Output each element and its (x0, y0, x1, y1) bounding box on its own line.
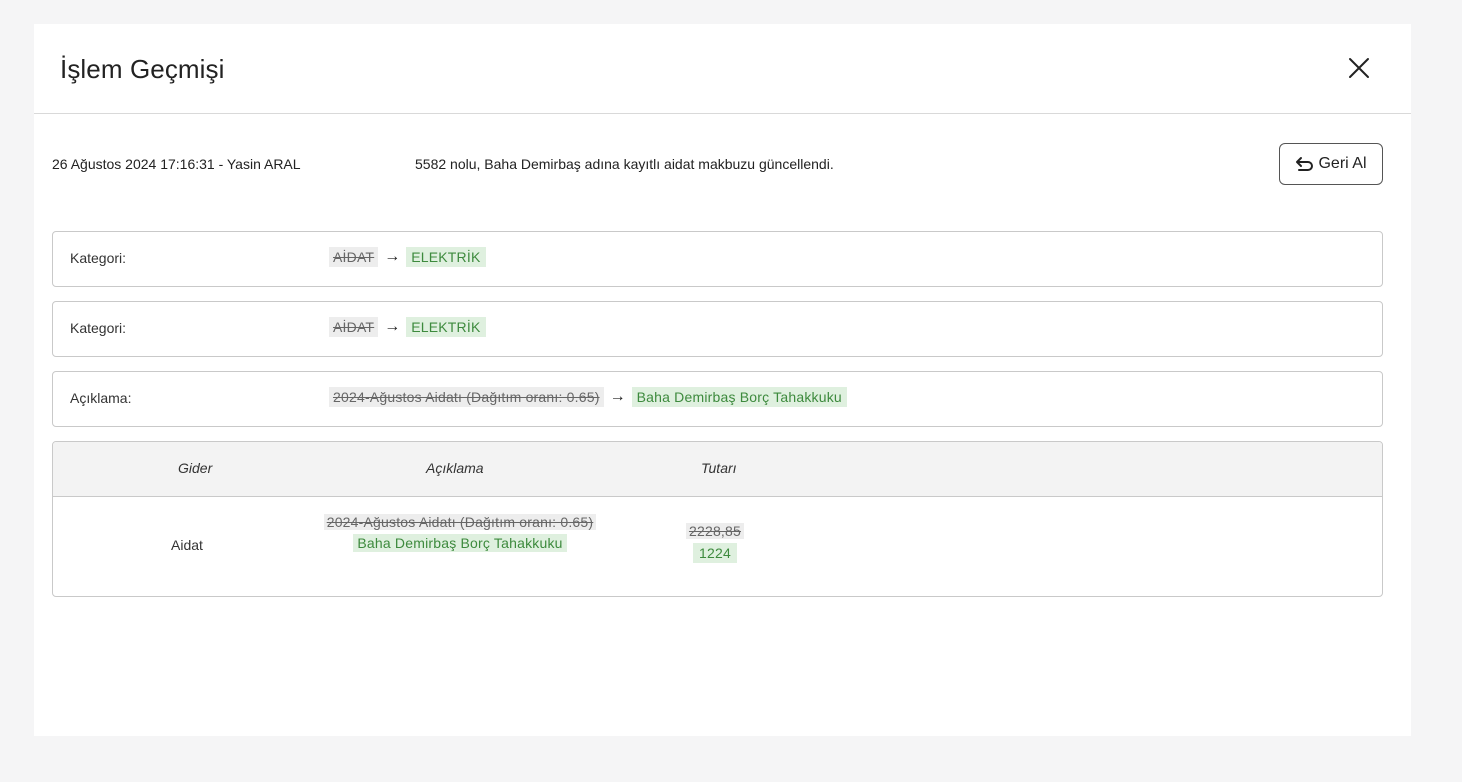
undo-arrow-icon (1296, 157, 1314, 171)
change-label: Kategori: (70, 250, 127, 266)
change-label: Açıklama: (70, 390, 132, 406)
old-value: AİDAT (329, 247, 379, 267)
change-values: AİDAT → ELEKTRİK (329, 317, 486, 337)
new-value: ELEKTRİK (406, 247, 486, 267)
header-gider: Gider (178, 460, 213, 476)
arrow-right-icon: → (609, 388, 626, 405)
old-value: 2228,85 (685, 523, 744, 539)
items-table: Gider Açıklama Tutarı Aidat 2024-Ağustos… (52, 441, 1383, 597)
header-tutar: Tutarı (701, 460, 737, 476)
table-row: Aidat 2024-Ağustos Aidatı (Dağıtım oranı… (53, 497, 1382, 596)
modal-title: İşlem Geçmişi (60, 54, 225, 84)
old-value: AİDAT (329, 317, 379, 337)
change-row-category-2: Kategori: AİDAT → ELEKTRİK (52, 301, 1383, 357)
old-value: 2024-Ağustos Aidatı (Dağıtım oranı: 0.65… (329, 387, 604, 407)
header-aciklama: Açıklama (426, 460, 484, 476)
change-row-category-1: Kategori: AİDAT → ELEKTRİK (52, 231, 1383, 287)
log-description: 5582 nolu, Baha Demirbaş adına kayıtlı a… (415, 156, 834, 172)
cell-gider: Aidat (171, 537, 203, 553)
log-timestamp-user: 26 Ağustos 2024 17:16:31 - Yasin ARAL (52, 156, 301, 172)
modal-header: İşlem Geçmişi (34, 24, 1411, 114)
close-button[interactable] (1347, 56, 1371, 80)
new-value: Baha Demirbaş Borç Tahakkuku (353, 534, 567, 552)
cell-tutar: 2228,85 1224 (685, 521, 745, 563)
new-value: 1224 (693, 543, 737, 563)
change-row-description: Açıklama: 2024-Ağustos Aidatı (Dağıtım o… (52, 371, 1383, 427)
change-values: 2024-Ağustos Aidatı (Dağıtım oranı: 0.65… (329, 387, 847, 407)
change-label: Kategori: (70, 320, 127, 336)
undo-button[interactable]: Geri Al (1279, 143, 1383, 185)
new-value: ELEKTRİK (406, 317, 486, 337)
old-value: 2024-Ağustos Aidatı (Dağıtım oranı: 0.65… (323, 514, 597, 530)
arrow-right-icon: → (384, 318, 401, 335)
arrow-right-icon: → (384, 248, 401, 265)
change-values: AİDAT → ELEKTRİK (329, 247, 486, 267)
cell-aciklama: 2024-Ağustos Aidatı (Dağıtım oranı: 0.65… (315, 513, 605, 552)
history-modal: İşlem Geçmişi 26 Ağustos 2024 17:16:31 -… (34, 24, 1411, 736)
undo-button-label: Geri Al (1318, 155, 1367, 172)
table-header: Gider Açıklama Tutarı (53, 442, 1382, 497)
new-value: Baha Demirbaş Borç Tahakkuku (631, 387, 847, 407)
close-icon (1349, 58, 1369, 78)
